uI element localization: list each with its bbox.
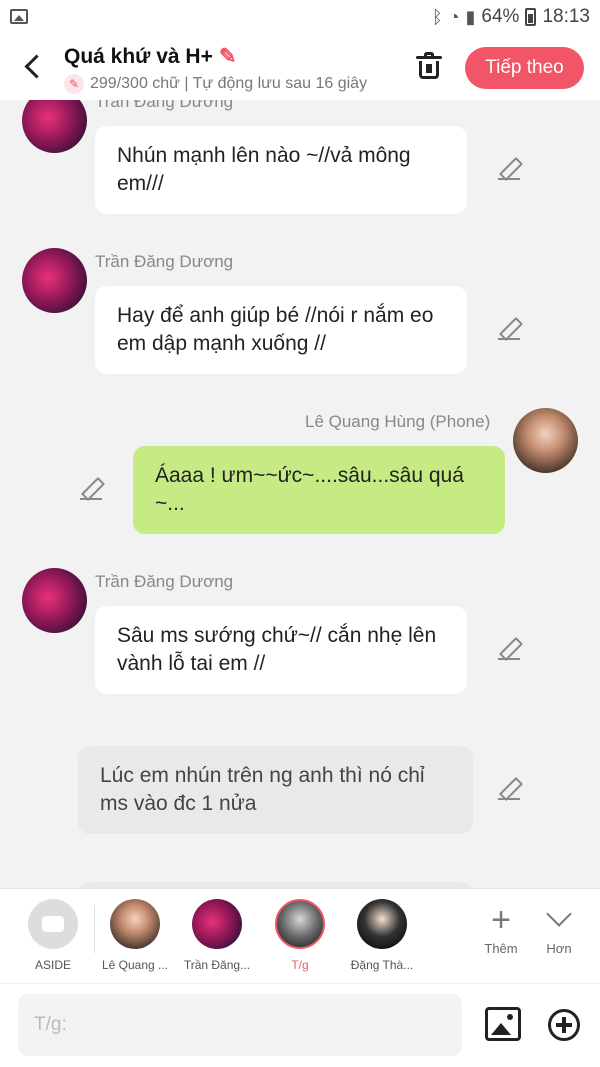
edit-message-icon[interactable]: [498, 638, 520, 660]
avatar: [192, 899, 242, 949]
plus-icon: +: [491, 901, 511, 939]
wifi-icon: ◔: [448, 6, 460, 27]
message-bubble[interactable]: Nhún mạnh lên nào ~//vả mông em///: [95, 126, 467, 214]
sender-name: Trần Đăng Dương: [95, 252, 234, 271]
chevron-down-icon: [546, 901, 572, 927]
input-bar: [0, 983, 600, 1067]
message-input[interactable]: [18, 994, 462, 1056]
character-name: ASIDE: [34, 958, 71, 972]
avatar: [110, 899, 160, 949]
save-status-text: 299/300 chữ | Tự động lưu sau 16 giây: [90, 75, 368, 92]
delete-button[interactable]: [416, 52, 442, 80]
character-selector: ASIDE Lê Quang ... Trần Đăng... T/g Đặng…: [0, 888, 600, 983]
avatar[interactable]: [22, 248, 87, 313]
edit-message-icon[interactable]: [498, 778, 520, 800]
more-label: Hơn: [546, 941, 572, 956]
aside-icon: [28, 899, 78, 949]
edit-message-icon[interactable]: [498, 318, 520, 340]
save-status: ✎ 299/300 chữ | Tự động lưu sau 16 giây: [64, 74, 394, 94]
story-title-text: Quá khứ và H+: [64, 44, 213, 68]
more-button[interactable]: Hơn: [534, 901, 584, 956]
add-character-label: Thêm: [484, 941, 518, 956]
battery-icon: [525, 8, 537, 26]
signal-icon: ▮: [465, 6, 476, 27]
battery-percent: 64%: [481, 6, 520, 27]
character-item[interactable]: Lê Quang ...: [96, 899, 174, 972]
divider: [94, 905, 95, 953]
bluetooth-icon: ᛒ: [431, 6, 443, 27]
sender-name: Lê Quang Hùng (Phone): [305, 412, 491, 431]
character-item-selected[interactable]: T/g: [261, 899, 339, 972]
message-bubble[interactable]: Sâu ms sướng chứ~// cắn nhẹ lên vành lỗ …: [95, 606, 467, 694]
sender-name: Trần Đăng Dương: [95, 572, 234, 591]
next-button[interactable]: Tiếp theo: [465, 47, 584, 89]
character-name: T/g: [291, 958, 309, 972]
edit-message-icon[interactable]: [498, 158, 520, 180]
avatar: [275, 899, 325, 949]
character-name: Lê Quang ...: [101, 958, 169, 972]
add-circle-icon[interactable]: [548, 1009, 580, 1041]
character-aside[interactable]: ASIDE: [14, 899, 92, 972]
avatar[interactable]: [513, 408, 578, 473]
message-bubble[interactable]: Hay để anh giúp bé //nói r nắm eo em dập…: [95, 286, 467, 374]
character-name: Đặng Thà...: [350, 958, 414, 972]
top-bar: Quá khứ và H+ ✎ ✎ 299/300 chữ | Tự động …: [0, 34, 600, 100]
story-title[interactable]: Quá khứ và H+ ✎: [64, 44, 236, 69]
avatar[interactable]: [22, 100, 87, 153]
message-bubble[interactable]: Áaaa ! ưm~~ức~....sâu...sâu quá ~...: [133, 446, 505, 534]
pencil-icon: ✎: [64, 74, 84, 94]
gallery-notification-icon: [10, 9, 28, 24]
image-icon[interactable]: [485, 1007, 521, 1041]
character-name: Trần Đăng...: [183, 958, 251, 972]
character-item[interactable]: Trần Đăng...: [178, 899, 256, 972]
chat-area[interactable]: Trần Đăng Dương Nhún mạnh lên nào ~//vả …: [0, 100, 600, 888]
avatar[interactable]: [22, 568, 87, 633]
edit-message-icon[interactable]: [80, 478, 102, 500]
character-item[interactable]: Đặng Thà...: [343, 899, 421, 972]
edit-title-icon[interactable]: ✎: [219, 44, 237, 69]
avatar: [357, 899, 407, 949]
narration-bubble[interactable]: Lúc em nhún trên ng anh thì nó chỉ ms và…: [78, 746, 473, 834]
sender-name: Trần Đăng Dương: [95, 100, 234, 111]
back-button[interactable]: [16, 48, 50, 84]
clock: 18:13: [542, 6, 590, 27]
status-bar: ᛒ ◔ ▮ 64% 18:13: [0, 0, 600, 34]
add-character-button[interactable]: + Thêm: [476, 903, 526, 956]
